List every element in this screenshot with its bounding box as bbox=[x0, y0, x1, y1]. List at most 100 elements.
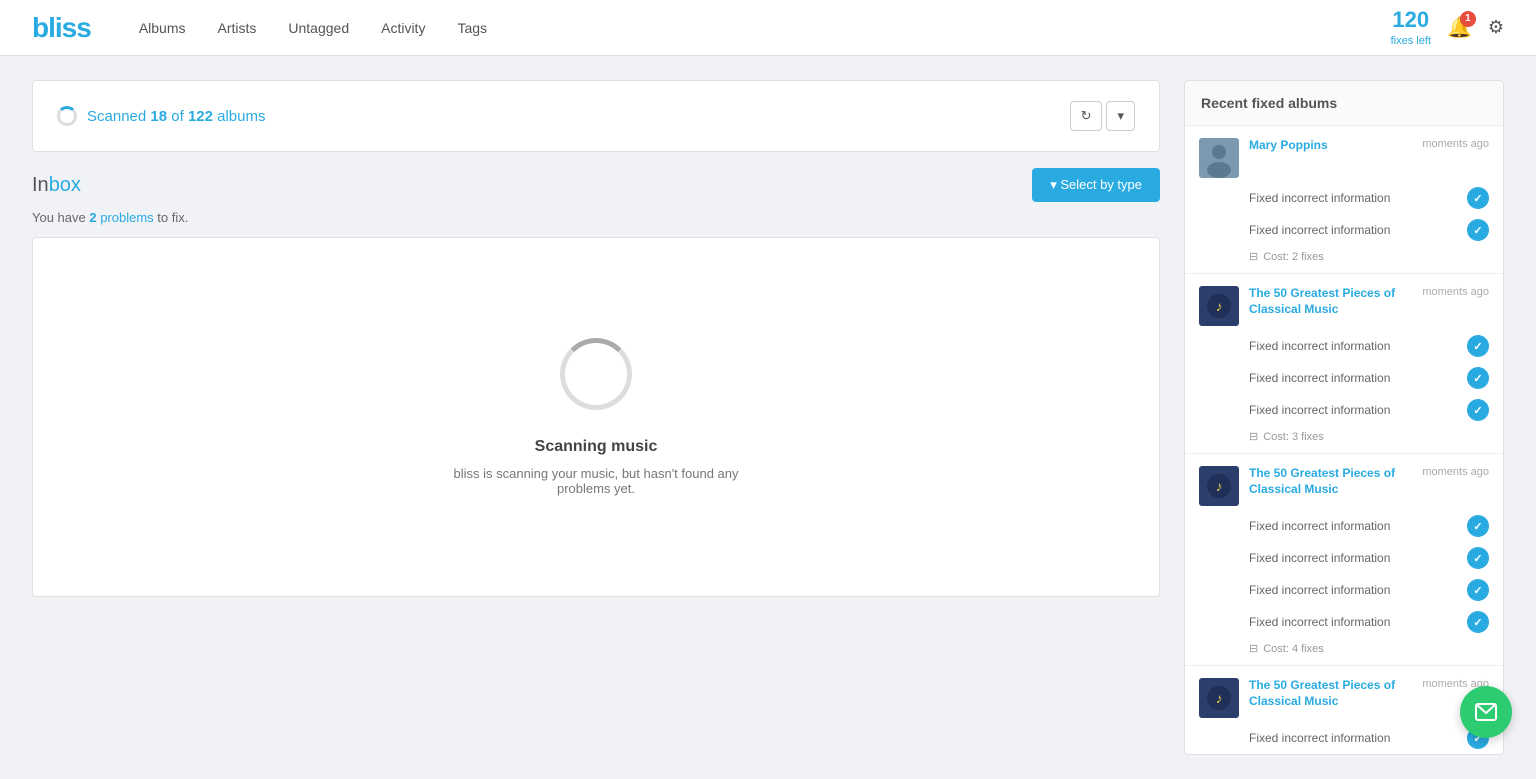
nav-activity[interactable]: Activity bbox=[381, 16, 425, 40]
header: bliss Albums Artists Untagged Activity T… bbox=[0, 0, 1536, 56]
album-header-row: The 50 Greatest Pieces of Classical Musi… bbox=[1249, 678, 1489, 709]
album-group-classical-3: ♪ The 50 Greatest Pieces of Classical Mu… bbox=[1185, 666, 1503, 754]
svg-text:♪: ♪ bbox=[1216, 690, 1223, 706]
fix-text: Fixed incorrect information bbox=[1249, 731, 1390, 745]
fix-item: Fixed incorrect information bbox=[1185, 606, 1503, 638]
album-header-row: Mary Poppins moments ago bbox=[1249, 138, 1489, 154]
scan-scanned: 18 bbox=[150, 108, 167, 125]
album-link[interactable]: The 50 Greatest Pieces of Classical Musi… bbox=[1249, 286, 1422, 317]
select-by-type-button[interactable]: ▾ Select by type bbox=[1032, 168, 1160, 202]
album-info: The 50 Greatest Pieces of Classical Musi… bbox=[1249, 286, 1489, 317]
cost-icon: ⊟ bbox=[1249, 430, 1258, 443]
fix-text: Fixed incorrect information bbox=[1249, 223, 1390, 237]
album-time: moments ago bbox=[1422, 286, 1489, 298]
fixes-label: fixes left bbox=[1391, 35, 1431, 47]
fix-check-icon bbox=[1467, 547, 1489, 569]
content-area: Scanned 18 of 122 albums ↻ ▾ Inbox ▾ Sel… bbox=[32, 80, 1160, 755]
cost-row: ⊟ Cost: 4 fixes bbox=[1185, 638, 1503, 665]
album-thumbnail: ♪ bbox=[1199, 678, 1239, 718]
album-thumbnail bbox=[1199, 138, 1239, 178]
album-thumbnail: ♪ bbox=[1199, 466, 1239, 506]
fix-item: Fixed incorrect information bbox=[1185, 362, 1503, 394]
scan-text: Scanned 18 of 122 albums bbox=[87, 108, 266, 125]
album-group-classical-1: ♪ The 50 Greatest Pieces of Classical Mu… bbox=[1185, 274, 1503, 454]
album-time: moments ago bbox=[1422, 138, 1489, 150]
fix-item: Fixed incorrect information bbox=[1185, 574, 1503, 606]
main-layout: Scanned 18 of 122 albums ↻ ▾ Inbox ▾ Sel… bbox=[0, 56, 1536, 779]
album-row: ♪ The 50 Greatest Pieces of Classical Mu… bbox=[1185, 274, 1503, 330]
fix-item: Fixed incorrect information bbox=[1185, 214, 1503, 246]
fix-item: Fixed incorrect information bbox=[1185, 330, 1503, 362]
subtitle-count: 2 bbox=[89, 210, 96, 225]
fix-text: Fixed incorrect information bbox=[1249, 371, 1390, 385]
fix-check-icon bbox=[1467, 515, 1489, 537]
nav-tags[interactable]: Tags bbox=[457, 16, 487, 40]
scanning-title: Scanning music bbox=[535, 438, 658, 456]
album-info: The 50 Greatest Pieces of Classical Musi… bbox=[1249, 466, 1489, 497]
main-nav: Albums Artists Untagged Activity Tags bbox=[139, 16, 1391, 40]
fix-check-icon bbox=[1467, 367, 1489, 389]
scanning-description: bliss is scanning your music, but hasn't… bbox=[436, 466, 756, 496]
cost-text: Cost: 4 fixes bbox=[1263, 643, 1324, 655]
fix-item: Fixed incorrect information bbox=[1185, 394, 1503, 426]
album-group-mary-poppins: Mary Poppins moments ago Fixed incorrect… bbox=[1185, 126, 1503, 274]
album-link[interactable]: The 50 Greatest Pieces of Classical Musi… bbox=[1249, 678, 1422, 709]
cost-row: ⊟ Cost: 3 fixes bbox=[1185, 426, 1503, 453]
fix-item: Fixed incorrect information bbox=[1185, 182, 1503, 214]
big-spinner bbox=[560, 338, 632, 410]
fixes-count: 120 bbox=[1391, 8, 1431, 32]
svg-text:♪: ♪ bbox=[1216, 478, 1223, 494]
album-header-row: The 50 Greatest Pieces of Classical Musi… bbox=[1249, 466, 1489, 497]
notifications-button[interactable]: 🔔 1 bbox=[1447, 15, 1472, 40]
scan-total: 122 bbox=[188, 108, 213, 125]
fix-text: Fixed incorrect information bbox=[1249, 615, 1390, 629]
header-actions: 120 fixes left 🔔 1 ⚙ bbox=[1391, 8, 1504, 48]
album-row: Mary Poppins moments ago bbox=[1185, 126, 1503, 182]
album-row: ♪ The 50 Greatest Pieces of Classical Mu… bbox=[1185, 454, 1503, 510]
fix-text: Fixed incorrect information bbox=[1249, 519, 1390, 533]
scan-info: Scanned 18 of 122 albums bbox=[57, 106, 266, 126]
cost-text: Cost: 3 fixes bbox=[1263, 431, 1324, 443]
fix-item: Fixed incorrect information bbox=[1185, 722, 1503, 754]
subtitle-suffix: to fix. bbox=[154, 210, 189, 225]
subtitle-you: You have bbox=[32, 210, 89, 225]
album-thumbnail: ♪ bbox=[1199, 286, 1239, 326]
inbox-title-box: box bbox=[49, 174, 81, 196]
settings-button[interactable]: ⚙ bbox=[1488, 17, 1504, 38]
album-link[interactable]: Mary Poppins bbox=[1249, 138, 1328, 154]
scanning-box: Scanning music bliss is scanning your mu… bbox=[32, 237, 1160, 597]
inbox-title-in: In bbox=[32, 174, 49, 196]
cost-icon: ⊟ bbox=[1249, 642, 1258, 655]
scan-spinner bbox=[57, 106, 77, 126]
album-row: ♪ The 50 Greatest Pieces of Classical Mu… bbox=[1185, 666, 1503, 722]
sidebar-title: Recent fixed albums bbox=[1185, 81, 1503, 126]
cost-text: Cost: 2 fixes bbox=[1263, 251, 1324, 263]
fab-email-button[interactable] bbox=[1460, 686, 1512, 738]
inbox-header: Inbox ▾ Select by type bbox=[32, 168, 1160, 202]
inbox-title: Inbox bbox=[32, 174, 81, 197]
fix-text: Fixed incorrect information bbox=[1249, 339, 1390, 353]
fix-text: Fixed incorrect information bbox=[1249, 191, 1390, 205]
sidebar: Recent fixed albums Mary Poppins bbox=[1184, 80, 1504, 755]
logo: bliss bbox=[32, 12, 91, 44]
refresh-button[interactable]: ↻ bbox=[1070, 101, 1103, 131]
fix-check-icon bbox=[1467, 219, 1489, 241]
sidebar-panel: Recent fixed albums Mary Poppins bbox=[1184, 80, 1504, 755]
album-info: Mary Poppins moments ago bbox=[1249, 138, 1489, 154]
album-info: The 50 Greatest Pieces of Classical Musi… bbox=[1249, 678, 1489, 709]
album-link[interactable]: The 50 Greatest Pieces of Classical Musi… bbox=[1249, 466, 1422, 497]
nav-artists[interactable]: Artists bbox=[218, 16, 257, 40]
scan-actions: ↻ ▾ bbox=[1070, 101, 1135, 131]
fix-text: Fixed incorrect information bbox=[1249, 403, 1390, 417]
fix-check-icon bbox=[1467, 579, 1489, 601]
fix-text: Fixed incorrect information bbox=[1249, 551, 1390, 565]
scan-bar: Scanned 18 of 122 albums ↻ ▾ bbox=[32, 80, 1160, 152]
nav-albums[interactable]: Albums bbox=[139, 16, 186, 40]
fixes-left-counter: 120 fixes left bbox=[1391, 8, 1431, 48]
cost-icon: ⊟ bbox=[1249, 250, 1258, 263]
album-time: moments ago bbox=[1422, 466, 1489, 478]
scan-dropdown-button[interactable]: ▾ bbox=[1106, 101, 1135, 131]
fix-check-icon bbox=[1467, 611, 1489, 633]
nav-untagged[interactable]: Untagged bbox=[288, 16, 349, 40]
fix-item: Fixed incorrect information bbox=[1185, 542, 1503, 574]
